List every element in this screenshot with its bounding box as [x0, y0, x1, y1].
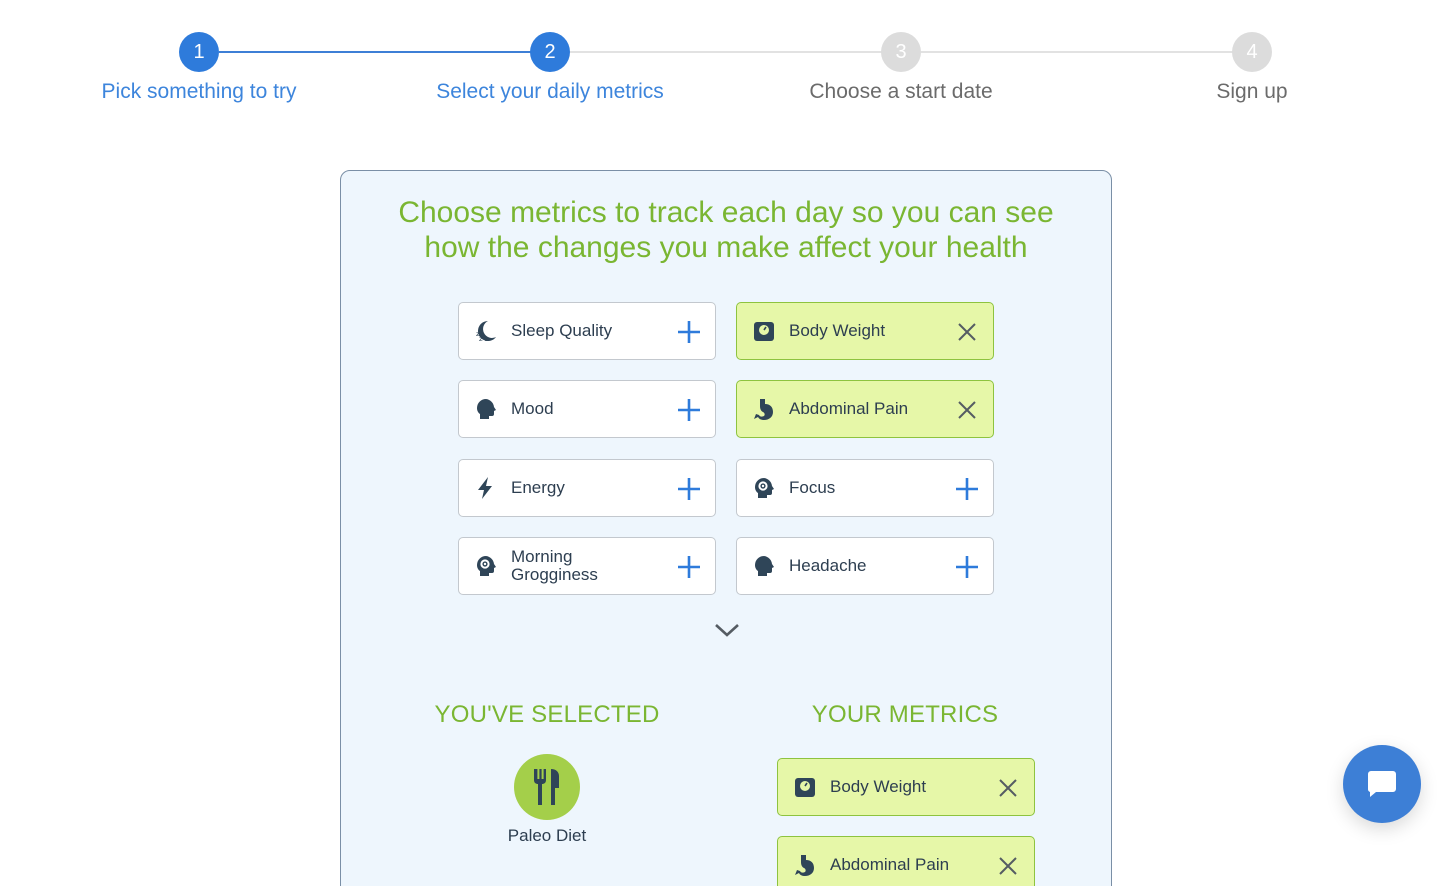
panel-heading-line-1: Choose metrics to track each day so you … — [398, 196, 1054, 229]
progress-stepper: 1 2 3 4 Pick something to try Select you… — [0, 0, 1452, 120]
plus-icon — [956, 478, 978, 500]
add-metric-button[interactable] — [675, 553, 703, 581]
step-connector-2-3 — [570, 51, 882, 53]
step-3-circle: 3 — [881, 32, 921, 72]
scale-icon — [751, 318, 777, 344]
chat-bubble-icon — [1367, 771, 1396, 797]
paleo-diet-badge[interactable] — [514, 754, 580, 820]
plus-icon — [678, 321, 700, 343]
brain-gear-icon — [751, 475, 777, 501]
metric-abdominal-pain[interactable]: Abdominal Pain — [736, 380, 994, 438]
metrics-panel: Choose metrics to track each day so you … — [340, 170, 1112, 886]
youve-selected-title: YOU'VE SELECTED — [434, 701, 660, 728]
add-metric-button[interactable] — [953, 475, 981, 503]
panel-heading: Choose metrics to track each day so you … — [341, 195, 1111, 265]
metric-label: Energy — [511, 478, 565, 497]
step-connector-3-4 — [921, 51, 1233, 53]
step-connector-1-2 — [219, 51, 531, 53]
metric-focus[interactable]: Focus — [736, 459, 994, 517]
step-4-circle: 4 — [1232, 32, 1272, 72]
remove-metric-button[interactable] — [994, 774, 1022, 802]
metric-label: Focus — [789, 478, 836, 497]
metric-energy[interactable]: Energy — [458, 459, 716, 517]
plus-icon — [678, 478, 700, 500]
chat-button[interactable] — [1343, 745, 1421, 823]
remove-metric-button[interactable] — [953, 318, 981, 346]
plus-icon — [678, 556, 700, 578]
add-metric-button[interactable] — [675, 475, 703, 503]
your-metric-abdominal-pain[interactable]: Abdominal Pain — [777, 836, 1035, 886]
metric-label: Abdominal Pain — [789, 399, 909, 418]
add-metric-button[interactable] — [675, 318, 703, 346]
metric-label: Morning Grogginess — [511, 547, 598, 584]
metric-label: Headache — [789, 556, 867, 575]
step-1-label[interactable]: Pick something to try — [49, 80, 349, 104]
your-metrics-title: YOUR METRICS — [811, 701, 999, 728]
paleo-diet-label: Paleo Diet — [507, 826, 587, 845]
panel-heading-line-2: how the changes you make affect your hea… — [424, 231, 1028, 264]
head-icon — [751, 553, 777, 579]
remove-metric-button[interactable] — [953, 396, 981, 424]
remove-metric-button[interactable] — [994, 852, 1022, 880]
bolt-icon — [473, 475, 499, 501]
step-1-circle[interactable]: 1 — [179, 32, 219, 72]
metric-label: Abdominal Pain — [830, 855, 950, 874]
stomach-icon — [751, 396, 777, 422]
scale-icon — [792, 774, 818, 800]
metric-sleep-quality[interactable]: zz z Sleep Quality — [458, 302, 716, 360]
fork-knife-icon — [534, 769, 559, 805]
metric-headache[interactable]: Headache — [736, 537, 994, 595]
stomach-icon — [792, 852, 818, 878]
metric-body-weight[interactable]: Body Weight — [736, 302, 994, 360]
plus-icon — [678, 399, 700, 421]
metric-label: Body Weight — [789, 321, 886, 340]
brain-gear-icon — [473, 553, 499, 579]
plus-icon — [956, 556, 978, 578]
close-icon — [999, 857, 1017, 875]
metric-label: Mood — [511, 399, 554, 418]
your-metric-body-weight[interactable]: Body Weight — [777, 758, 1035, 816]
add-metric-button[interactable] — [953, 553, 981, 581]
step-3-label: Choose a start date — [809, 80, 993, 103]
step-2-label[interactable]: Select your daily metrics — [400, 80, 700, 104]
metric-label: Sleep Quality — [511, 321, 613, 340]
metric-label: Body Weight — [830, 777, 927, 796]
sleep-icon: zz z — [473, 318, 499, 344]
metric-mood[interactable]: Mood — [458, 380, 716, 438]
add-metric-button[interactable] — [675, 396, 703, 424]
metric-morning-grogginess[interactable]: Morning Grogginess — [458, 537, 716, 595]
close-icon — [958, 401, 976, 419]
step-4-label: Sign up — [1216, 80, 1288, 103]
step-2-circle[interactable]: 2 — [530, 32, 570, 72]
head-icon — [473, 396, 499, 422]
close-icon — [958, 323, 976, 341]
close-icon — [999, 779, 1017, 797]
chevron-down-icon[interactable] — [713, 619, 741, 641]
svg-text:z z: z z — [479, 335, 489, 343]
